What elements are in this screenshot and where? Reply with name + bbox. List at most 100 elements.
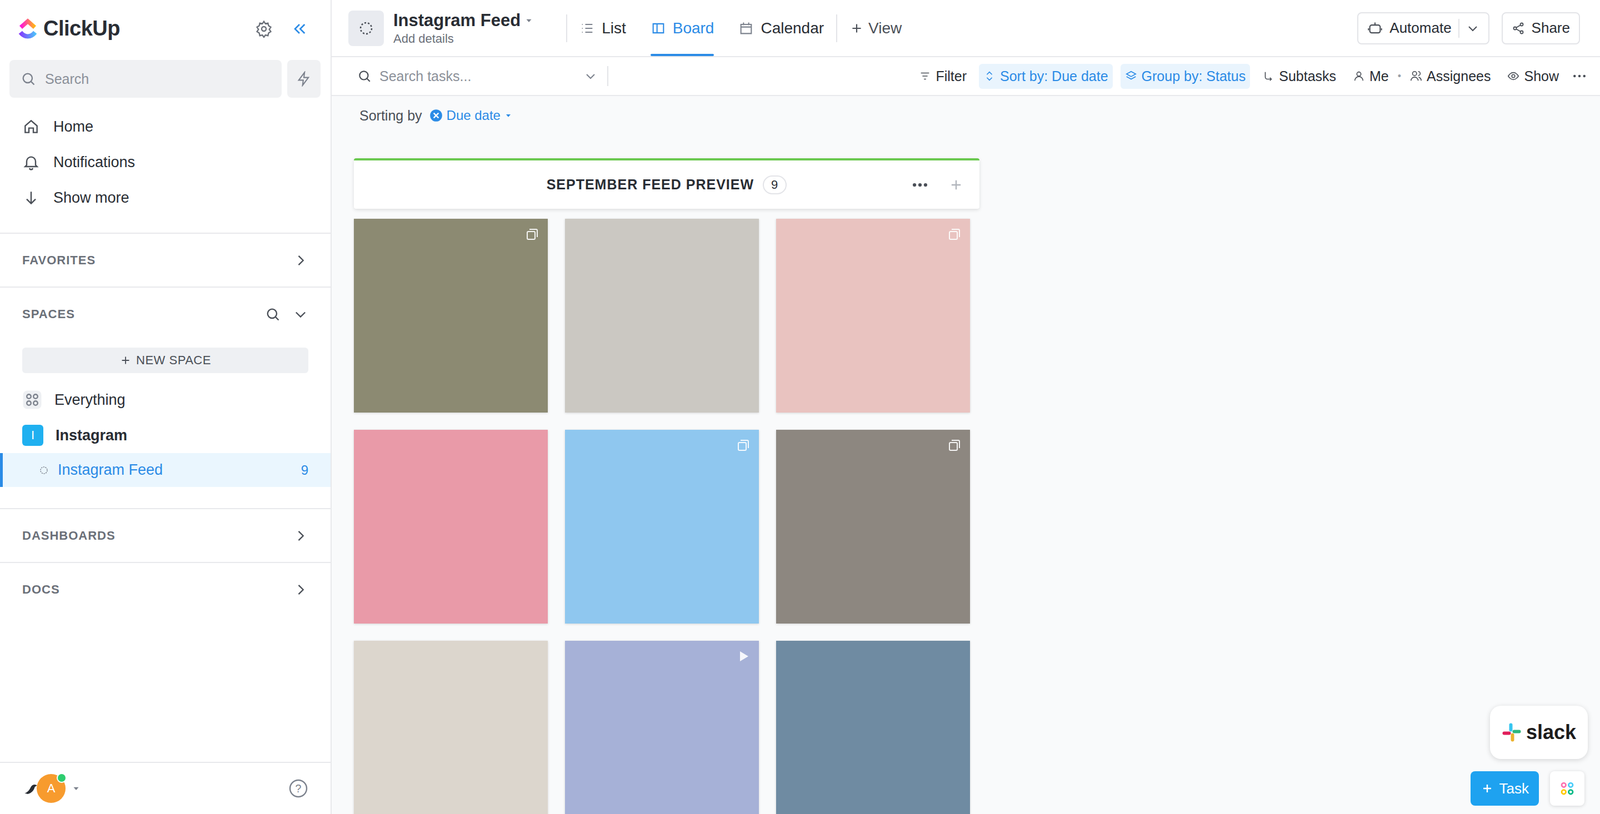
sidebar-footer: A? (0, 762, 331, 814)
view-tabs: List Board Calendar (579, 0, 824, 57)
space-item[interactable]: Everything (0, 382, 331, 418)
online-dot (56, 773, 67, 784)
multiple-images-icon (947, 438, 962, 453)
more-icon[interactable] (1571, 67, 1588, 85)
toolbar-button[interactable]: Filter (914, 63, 972, 89)
new-task-button[interactable]: Task (1470, 771, 1539, 807)
nav-item[interactable]: Home (0, 108, 331, 145)
task-card[interactable] (776, 430, 970, 624)
space-item[interactable]: IInstagram (0, 417, 331, 454)
toolbar-icon (1507, 70, 1520, 83)
caret-down-icon (523, 15, 534, 26)
caret-down-icon (71, 783, 82, 794)
space-item[interactable]: Instagram Feed9 (0, 453, 331, 488)
gear-icon[interactable] (255, 20, 273, 38)
toolbar-button[interactable]: Assignees (1405, 63, 1495, 89)
board: Sorting byDue date SEPTEMBER FEED PREVIEW… (331, 96, 1600, 814)
sidebar-search-row: Search (0, 57, 331, 98)
nav-icon (22, 153, 40, 172)
task-card[interactable] (565, 430, 759, 624)
clickup-logo-icon (16, 17, 39, 40)
toolbar-button[interactable]: Me (1348, 63, 1394, 89)
view-tab[interactable]: List (579, 0, 627, 57)
task-card[interactable] (565, 641, 759, 814)
chevron-right-icon (292, 528, 309, 544)
view-icon (650, 20, 667, 37)
plus-icon[interactable] (948, 177, 964, 193)
toolbar-button[interactable]: Group by: Status (1120, 63, 1251, 89)
task-card[interactable] (565, 218, 759, 413)
view-icon (579, 20, 595, 37)
add-details[interactable]: Add details (393, 31, 534, 47)
sort-chip[interactable]: Due date (428, 107, 513, 124)
toolbar-icon (1410, 70, 1423, 83)
slack-button[interactable]: slack (1490, 706, 1588, 760)
sidebar-nav: HomeNotificationsShow more (0, 97, 331, 233)
caret-down-icon (503, 111, 513, 120)
sorting-row: Sorting byDue date (353, 96, 1578, 135)
spaces-section: SPACES NEW SPACE EverythingIInstagramInsta… (0, 286, 331, 509)
nav-item[interactable]: Show more (0, 180, 331, 216)
spaces-header[interactable]: SPACES (0, 287, 331, 342)
main-area: Instagram FeedAdd details List Board Calend… (331, 0, 1600, 814)
plus-icon (1480, 782, 1494, 796)
collapse-icon[interactable] (290, 20, 309, 38)
toolbar-button[interactable]: Show (1502, 63, 1564, 89)
favorites-section[interactable]: FAVORITES (0, 232, 331, 287)
view-tab[interactable]: Calendar (738, 0, 824, 57)
automate-button[interactable]: Automate (1357, 12, 1489, 45)
toolbar-button[interactable]: Sort by: Due date (978, 63, 1113, 89)
view-icon (738, 20, 754, 37)
chevron-right-icon (292, 252, 309, 269)
space-avatar: I (22, 425, 44, 447)
help-icon[interactable]: ? (288, 778, 309, 799)
task-card[interactable] (776, 218, 970, 413)
task-card[interactable] (353, 641, 548, 814)
user-menu[interactable]: A (22, 774, 82, 804)
task-card[interactable] (353, 218, 548, 413)
board-column: SEPTEMBER FEED PREVIEW9 (353, 158, 980, 814)
list-status-button[interactable] (348, 10, 384, 47)
quick-action-button[interactable] (287, 60, 321, 98)
grid-icon (22, 390, 43, 410)
column-actions (786, 175, 964, 195)
plus-icon (119, 354, 132, 367)
column-title[interactable]: SEPTEMBER FEED PREVIEW9 (546, 175, 788, 195)
task-card[interactable] (353, 430, 548, 624)
toolbar-button[interactable]: Subtasks (1257, 63, 1341, 89)
task-search[interactable]: Search tasks... (357, 68, 598, 85)
multiple-images-icon (525, 227, 539, 242)
more-icon[interactable] (910, 175, 930, 195)
sidebar-section[interactable]: DASHBOARDS (0, 508, 331, 563)
task-card[interactable] (776, 641, 970, 814)
toolbar-icon (983, 70, 996, 83)
brand-row: ClickUp (0, 0, 331, 58)
toolbar-icon (1262, 70, 1275, 83)
toolbar-icon (1352, 70, 1365, 83)
apps-button[interactable] (1550, 771, 1585, 807)
column-count: 9 (762, 175, 787, 195)
chevron-down-icon[interactable] (292, 306, 309, 323)
sidebar-section[interactable]: DOCS (0, 562, 331, 617)
sidebar-search[interactable]: Search (9, 60, 282, 98)
nav-icon (22, 188, 40, 207)
clear-icon[interactable] (428, 108, 444, 123)
logo[interactable]: ClickUp (16, 16, 120, 41)
sidebar: ClickUpSearchHomeNotificationsShow moreF… (0, 0, 332, 814)
robot-icon (1367, 20, 1383, 37)
chevron-down-icon (583, 69, 598, 83)
multiple-images-icon (947, 227, 962, 242)
new-space-button[interactable]: NEW SPACE (22, 347, 309, 374)
add-view-button[interactable]: View (849, 0, 902, 57)
apps-icon (1558, 780, 1576, 798)
toolbar-items: FilterSort by: Due dateGroup by: StatusS… (914, 63, 1588, 89)
view-tab[interactable]: Board (650, 0, 715, 57)
share-button[interactable]: Share (1501, 12, 1580, 45)
brand-actions (255, 20, 309, 38)
search-icon[interactable] (265, 306, 281, 323)
nav-item[interactable]: Notifications (0, 144, 331, 180)
toolbar-icon (1125, 70, 1138, 83)
search-icon (20, 71, 37, 87)
slack-logo-icon (1501, 722, 1522, 743)
list-title[interactable]: Instagram Feed (393, 10, 534, 31)
